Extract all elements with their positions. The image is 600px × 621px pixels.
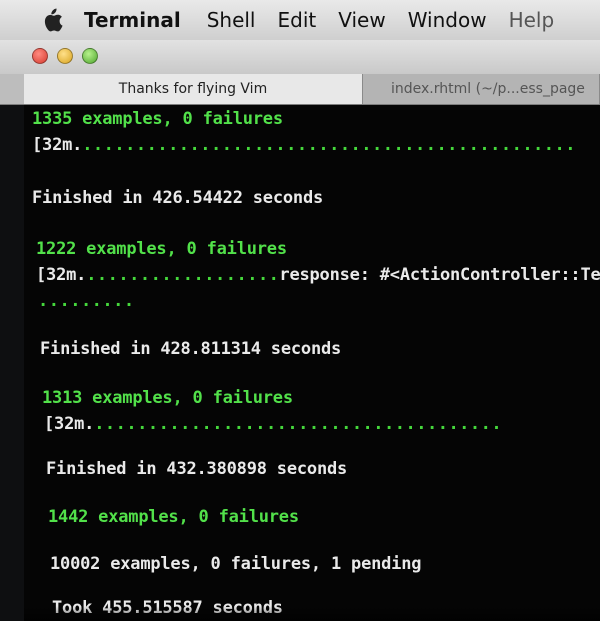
menu-view[interactable]: View [338, 8, 385, 32]
output-line-9: [32m....................................… [44, 414, 502, 434]
progress-dots: ........................................… [82, 135, 576, 155]
window-controls [32, 48, 98, 64]
progress-dots: ...................................... [94, 414, 503, 434]
minimize-button[interactable] [57, 48, 73, 64]
tab-index-rhtml[interactable]: index.rhtml (~/p...ess_page [363, 74, 600, 104]
output-line-8: 1313 examples, 0 failures [42, 388, 293, 408]
escape-code: [32m. [44, 414, 95, 434]
output-line-10: Finished in 432.380898 seconds [46, 459, 348, 479]
output-line-7: Finished in 428.811314 seconds [40, 339, 342, 359]
progress-dots: .................. [86, 265, 280, 285]
screen-edge-shadow [24, 606, 600, 621]
response-text: response: #<ActionController::Te [279, 265, 600, 285]
zoom-button[interactable] [82, 48, 98, 64]
menu-shell[interactable]: Shell [207, 8, 256, 32]
output-line-6: ......... [38, 291, 135, 311]
output-line-11: 1442 examples, 0 failures [48, 507, 299, 527]
escape-code: [32m. [32, 135, 83, 155]
output-line-12: 10002 examples, 0 failures, 1 pending [50, 554, 422, 574]
output-line-3: Finished in 426.54422 seconds [32, 188, 324, 208]
close-button[interactable] [32, 48, 48, 64]
output-line-4: 1222 examples, 0 failures [36, 239, 287, 259]
menu-terminal[interactable]: Terminal [84, 8, 181, 32]
output-line-1: 1335 examples, 0 failures [32, 109, 283, 129]
window-title-bar [0, 40, 600, 75]
menu-window[interactable]: Window [408, 8, 487, 32]
menu-edit[interactable]: Edit [278, 8, 317, 32]
escape-code: [32m. [36, 265, 87, 285]
apple-icon[interactable] [28, 7, 76, 33]
output-line-2: [32m....................................… [32, 135, 576, 155]
menu-bar: Terminal Shell Edit View Window Help [0, 0, 600, 41]
menu-help[interactable]: Help [509, 8, 555, 32]
output-line-5: [32m...................response: #<Actio… [36, 265, 600, 285]
tab-bar: Thanks for flying Vim index.rhtml (~/p..… [0, 74, 600, 105]
terminal-output[interactable]: 1335 examples, 0 failures [32m..........… [24, 105, 600, 621]
tab-vim[interactable]: Thanks for flying Vim [24, 74, 363, 104]
